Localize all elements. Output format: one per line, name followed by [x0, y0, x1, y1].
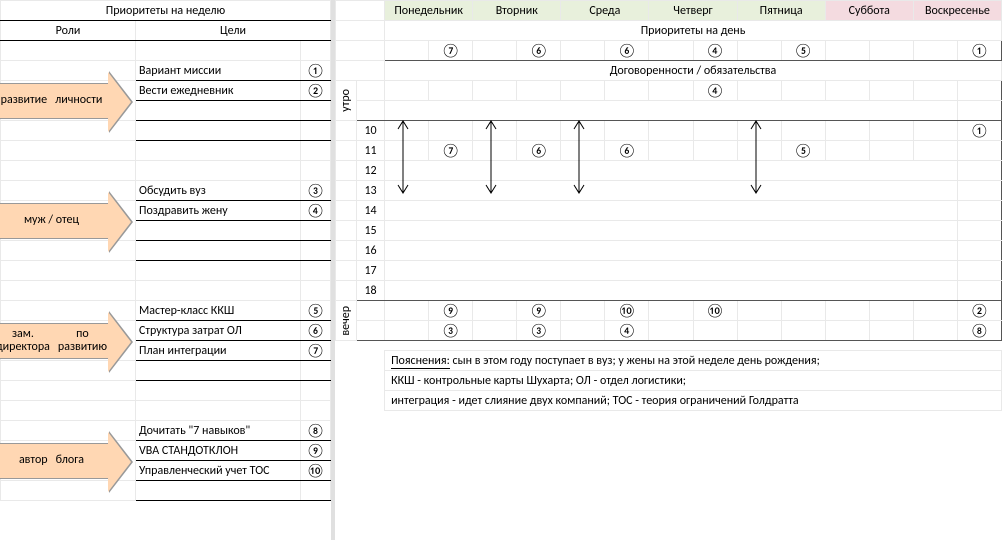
notes-line: интеграция - идет слияние двух компаний;… [385, 391, 1002, 411]
goal-text: Дочитать "7 навыков" [136, 421, 301, 441]
goal-num: ⑩ [301, 461, 331, 481]
hour: 16 [357, 241, 385, 261]
days-header: Понедельник Вторник Среда Четверг Пятниц… [336, 1, 1002, 21]
daily-schedule-panel: Понедельник Вторник Среда Четверг Пятниц… [335, 0, 1002, 540]
weekly-priorities-panel: Приоритеты на неделю Роли Цели Вариант м… [0, 0, 335, 540]
hour: 13 [357, 181, 385, 201]
role-arrow: авторблога [0, 443, 109, 479]
goal-text: Мастер-класс ККШ [136, 301, 301, 321]
daily-table: Понедельник Вторник Среда Четверг Пятниц… [335, 0, 1002, 411]
hour: 10 [357, 121, 385, 141]
hour: 15 [357, 221, 385, 241]
time-arrow-icon [385, 121, 429, 141]
goal-text: План интеграции [136, 341, 301, 361]
commit-title: Договоренности / обязательства [385, 61, 1002, 81]
notes-line: ККШ - контрольные карты Шухарта; ОЛ - от… [385, 371, 1002, 391]
goal-num: ⑨ [301, 441, 331, 461]
col-goals: Цели [136, 21, 331, 41]
role-arrow: зам. директорапо развитию [0, 323, 109, 359]
goal-num: ⑤ [301, 301, 331, 321]
time-arrow-icon [473, 121, 517, 141]
col-roles: Роли [1, 21, 136, 41]
goal-text: Вести ежедневник [136, 81, 301, 101]
weekly-title: Приоритеты на неделю [1, 1, 331, 21]
goal-text: Управленческий учет ТОС [136, 461, 301, 481]
time-arrow-icon [561, 121, 605, 141]
goal-num: ② [301, 81, 331, 101]
evening-row-1: вечер ⑨ ⑨ ⑩ ⑩ ② [336, 301, 1002, 321]
time-arrow-icon [737, 121, 781, 141]
evening-row-2: ③ ③ ④ ⑧ [336, 321, 1002, 341]
goal-num: ⑦ [301, 341, 331, 361]
morning-label: утро [339, 89, 353, 112]
day-prio-row: ⑦ ⑥ ⑥ ④ ⑤ ① [336, 41, 1002, 61]
goal-num: ⑥ [301, 321, 331, 341]
weekly-table: Приоритеты на неделю Роли Цели Вариант м… [0, 0, 331, 501]
day-prio-title: Приоритеты на день [385, 21, 1002, 41]
goal-text: VBA СТАНДОТКЛОН [136, 441, 301, 461]
evening-label: вечер [339, 306, 353, 336]
hour: 12 [357, 161, 385, 181]
hour: 11 [357, 141, 385, 161]
hour: 17 [357, 261, 385, 281]
hour: 18 [357, 281, 385, 301]
role-arrow: муж / отец [0, 203, 109, 239]
hour: 14 [357, 201, 385, 221]
goal-num: ⑧ [301, 421, 331, 441]
goal-text: Поздравить жену [136, 201, 301, 221]
notes-line: Пояснения: сын в этом году поступает в в… [385, 351, 1002, 371]
planner: Приоритеты на неделю Роли Цели Вариант м… [0, 0, 1002, 540]
goal-text: Вариант миссии [136, 61, 301, 81]
goal-text: Обсудить вуз [136, 181, 301, 201]
goal-num: ③ [301, 181, 331, 201]
role-arrow: развитиеличности [0, 83, 109, 119]
morning-row: утро ④ [336, 81, 1002, 101]
goal-num: ① [301, 61, 331, 81]
goal-text: Структура затрат ОЛ [136, 321, 301, 341]
goal-num: ④ [301, 201, 331, 221]
